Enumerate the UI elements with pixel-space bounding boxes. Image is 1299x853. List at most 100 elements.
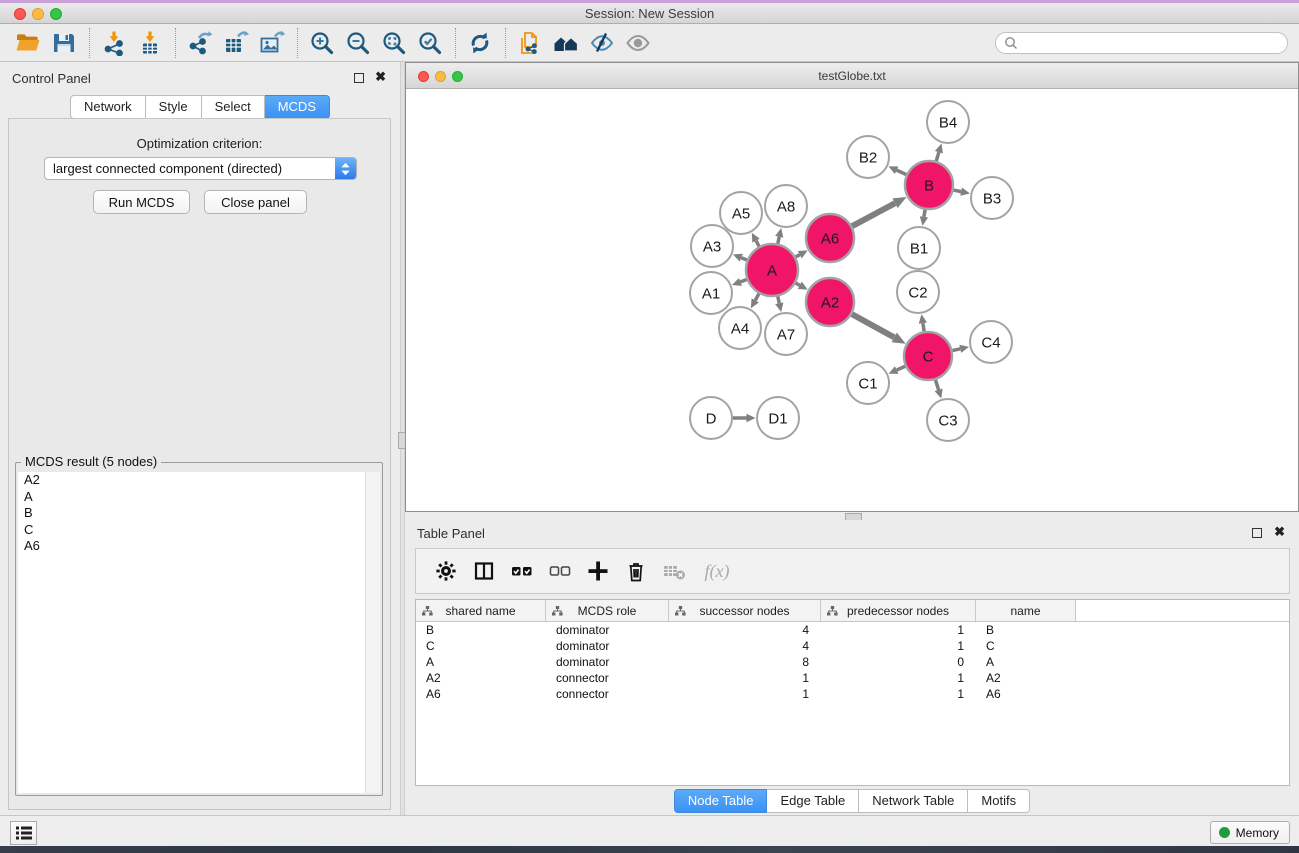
graph-edge[interactable] [852,203,895,226]
result-item[interactable]: A2 [18,472,380,489]
table-cell: dominator [546,654,669,670]
graph-edge[interactable] [852,314,894,337]
deselect-all-icon[interactable] [543,555,577,587]
table-cell: A [416,654,546,670]
export-table-icon[interactable] [221,28,251,58]
graph-edge[interactable] [936,152,939,161]
tab-network-table[interactable]: Network Table [859,789,968,813]
edge-arrowhead [935,389,943,399]
float-panel-icon[interactable] [354,73,364,83]
clone-network-icon[interactable] [515,28,545,58]
open-file-icon[interactable] [13,28,43,58]
table-tabs: Node TableEdge TableNetwork TableMotifs [405,789,1299,813]
table-settings-gear-icon[interactable] [429,555,463,587]
graph-edge[interactable] [796,283,800,285]
column-header[interactable]: predecessor nodes [821,600,976,621]
table-row[interactable]: Cdominator41C [416,638,1289,654]
table-float-panel-icon[interactable] [1252,528,1262,538]
graph-edge[interactable] [778,237,779,244]
refresh-icon[interactable] [465,28,495,58]
table-row[interactable]: A6connector11A6 [416,686,1289,702]
memory-button[interactable]: Memory [1210,821,1290,844]
graph-edge[interactable] [741,258,747,260]
control-panel: Control Panel ✖ NetworkStyleSelectMCDS O… [0,62,400,815]
node-table[interactable]: shared nameMCDS rolesuccessor nodesprede… [415,599,1290,786]
column-header[interactable]: shared name [416,600,546,621]
graph-node-label: B1 [910,240,928,257]
tab-style[interactable]: Style [146,95,202,119]
table-row[interactable]: Bdominator41B [416,622,1289,638]
table-row[interactable]: A2connector11A2 [416,670,1289,686]
network-canvas[interactable]: AA1A3A4A5A7A8A6A2BB1B2B3B4CC1C2C3C4DD1 [406,89,1298,511]
table-cell: 4 [669,638,821,654]
task-history-button[interactable] [10,821,37,845]
zoom-out-icon[interactable] [343,28,373,58]
eye-icon[interactable] [623,28,653,58]
graph-edge[interactable] [897,170,907,174]
select-all-icon[interactable] [505,555,539,587]
houses-icon[interactable] [551,28,581,58]
tab-edge-table[interactable]: Edge Table [767,789,859,813]
delete-table-icon-disabled [657,555,691,587]
graph-edge[interactable] [740,280,746,282]
table-cell: A [976,654,1076,670]
result-item[interactable]: A [18,489,380,506]
graph-edge[interactable] [897,366,905,370]
graph-node-label: B2 [859,149,877,166]
result-item[interactable]: A6 [18,538,380,555]
edge-arrowhead [732,278,742,286]
import-table-icon[interactable] [135,28,165,58]
application-window: Session: New Session Control Panel ✖ [0,0,1299,853]
search-field [995,32,1288,54]
table-row[interactable]: Adominator80A [416,654,1289,670]
graph-edge[interactable] [952,349,960,351]
graph-edge[interactable] [755,294,759,301]
table-cell: 4 [669,622,821,638]
zoom-fit-icon[interactable] [379,28,409,58]
show-columns-icon[interactable] [467,555,501,587]
tab-motifs[interactable]: Motifs [968,789,1030,813]
column-header[interactable]: MCDS role [546,600,669,621]
result-item[interactable]: C [18,522,380,539]
toolbar-separator [297,28,298,58]
tab-mcds[interactable]: MCDS [265,95,330,119]
status-bar: Memory [0,815,1299,846]
zoom-selected-icon[interactable] [415,28,445,58]
graph-edge[interactable] [778,296,779,303]
create-column-plus-icon[interactable] [581,555,615,587]
run-mcds-button[interactable]: Run MCDS [93,190,190,214]
column-header[interactable]: successor nodes [669,600,821,621]
column-header[interactable]: name [976,600,1076,621]
tab-select[interactable]: Select [202,95,265,119]
zoom-in-icon[interactable] [307,28,337,58]
table-toolbar: f(x) [415,548,1290,594]
close-panel-button[interactable]: Close panel [204,190,307,214]
result-scrollbar[interactable] [365,472,380,793]
table-cell: B [416,622,546,638]
graph-node-label: A8 [777,198,795,215]
graph-edge[interactable] [923,323,924,331]
tab-node-table[interactable]: Node Table [674,789,768,813]
graph-edge[interactable] [796,255,800,257]
graph-edge[interactable] [756,241,759,247]
save-session-icon[interactable] [49,28,79,58]
tab-network[interactable]: Network [70,95,146,119]
control-panel-tabs: NetworkStyleSelectMCDS [0,95,400,119]
eye-slash-icon[interactable] [587,28,617,58]
close-panel-icon[interactable]: ✖ [375,69,386,85]
table-close-panel-icon[interactable]: ✖ [1274,524,1285,540]
optimization-criterion-label: Optimization criterion: [9,136,390,151]
search-input[interactable] [1023,34,1279,52]
delete-columns-trash-icon[interactable] [619,555,653,587]
graph-edge[interactable] [953,190,961,192]
export-network-icon[interactable] [185,28,215,58]
mcds-result-groupbox: MCDS result (5 nodes) A2ABCA6 [15,462,383,796]
result-item[interactable]: B [18,505,380,522]
graph-node-label: C4 [981,334,1000,351]
graph-edge[interactable] [935,380,938,390]
criterion-dropdown[interactable]: largest connected component (directed) [44,157,357,180]
import-network-icon[interactable] [99,28,129,58]
edge-arrowhead [960,188,970,196]
graph-edge[interactable] [924,210,925,217]
export-image-icon[interactable] [257,28,287,58]
